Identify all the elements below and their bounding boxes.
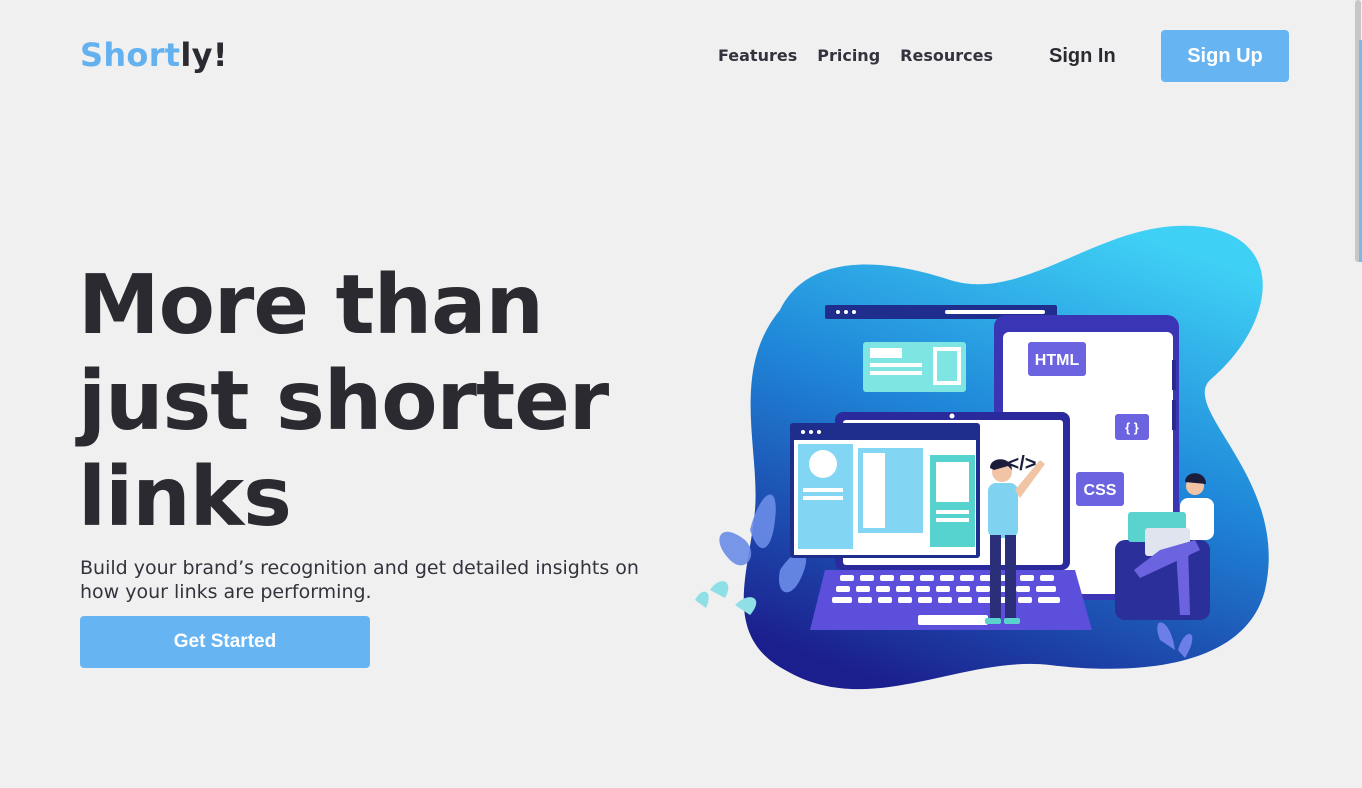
get-started-button[interactable]: Get Started xyxy=(80,616,370,668)
nav-link-features[interactable]: Features xyxy=(718,46,797,65)
sign-in-link[interactable]: Sign In xyxy=(1049,45,1116,68)
hero-title: More than just shorter links xyxy=(78,258,698,546)
nav-link-resources[interactable]: Resources xyxy=(900,46,993,65)
hero-title-line-1: More than xyxy=(78,258,544,353)
code-tag-label: </> xyxy=(1008,453,1037,475)
site-header: Shortly! Features Pricing Resources Sign… xyxy=(0,0,1362,110)
sign-up-button[interactable]: Sign Up xyxy=(1161,30,1289,82)
html-tag-label: HTML xyxy=(1035,352,1080,369)
main-nav: Features Pricing Resources xyxy=(718,46,993,65)
logo-text-primary: Short xyxy=(80,36,181,74)
braces-tag-label: { } xyxy=(1125,420,1139,435)
brand-logo[interactable]: Shortly! xyxy=(80,36,228,74)
hero-title-line-3: links xyxy=(78,450,292,545)
hero-subtitle: Build your brand’s recognition and get d… xyxy=(80,557,639,603)
nav-link-pricing[interactable]: Pricing xyxy=(817,46,880,65)
hero-illustration: HTML { } CSS </> xyxy=(695,225,1269,690)
page-scrollbar[interactable] xyxy=(1354,0,1362,788)
logo-text-secondary: ly! xyxy=(180,36,228,74)
css-tag-label: CSS xyxy=(1084,482,1117,499)
hero-title-line-2: just shorter xyxy=(78,354,609,449)
